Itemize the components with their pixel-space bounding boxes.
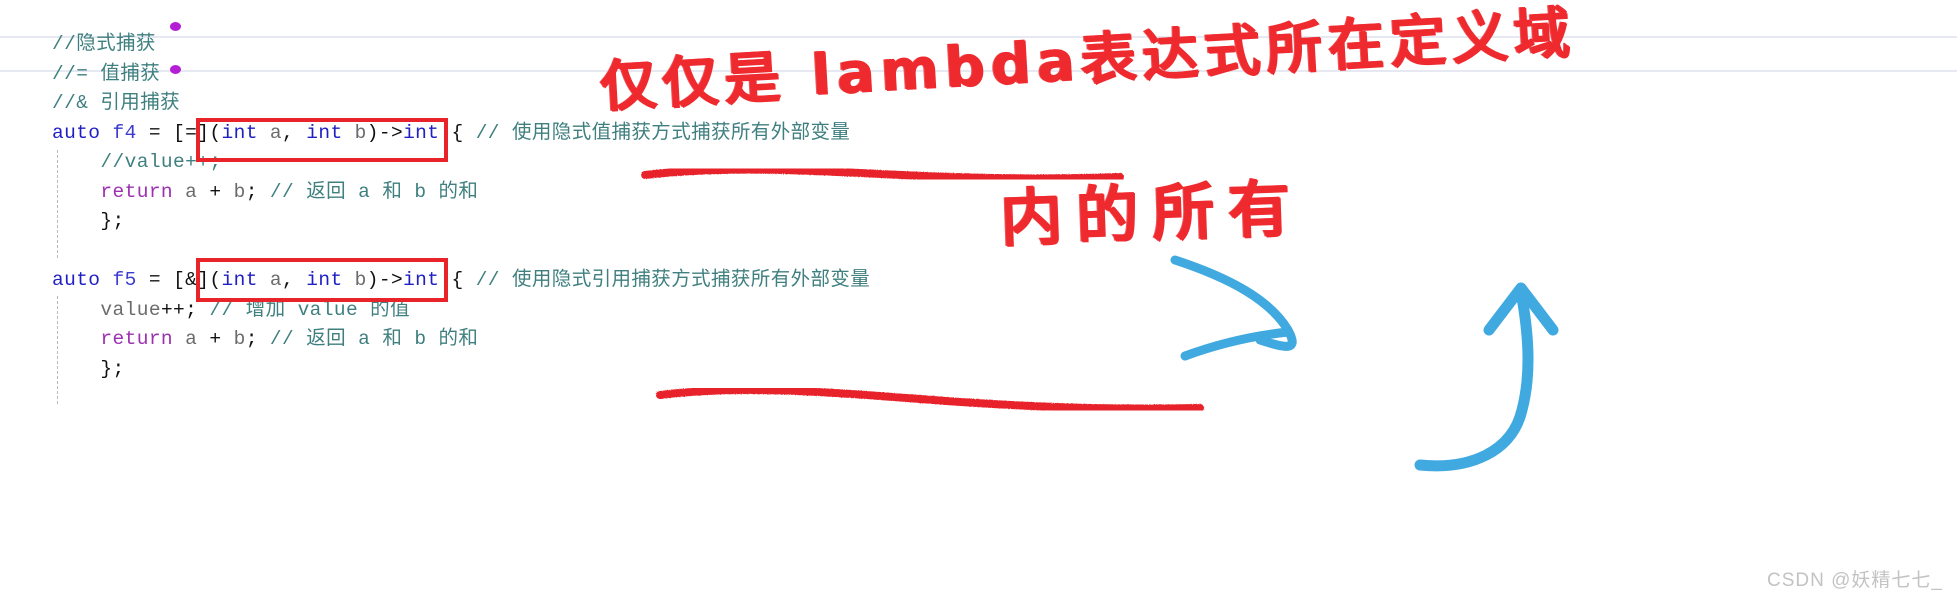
- code-line[interactable]: auto f4 = [=](int a, int b)->int { // 使用…: [52, 119, 870, 149]
- code-token: b: [221, 328, 246, 350]
- code-token: return: [100, 328, 174, 350]
- handwritten-note-line-2: 内的所有: [998, 171, 1306, 255]
- code-token: b: [221, 180, 246, 203]
- code-token: =: [136, 269, 174, 291]
- code-line[interactable]: return a + b; // 返回 a 和 b 的和: [52, 178, 870, 208]
- code-token: =: [136, 121, 174, 144]
- code-line[interactable]: return a + b; // 返回 a 和 b 的和: [52, 325, 870, 355]
- code-token: //= 值捕获: [52, 62, 161, 85]
- code-token: ;: [245, 328, 270, 350]
- code-line[interactable]: value++; // 增加 value 的值: [52, 296, 870, 326]
- code-token: return: [100, 180, 174, 203]
- code-token: +: [209, 180, 222, 203]
- code-token: // 返回 a 和 b 的和: [269, 180, 479, 203]
- code-token: //& 引用捕获: [52, 92, 181, 114]
- code-token: auto: [52, 269, 101, 291]
- code-token: // 使用隐式引用捕获方式捕获所有外部变量: [475, 269, 871, 291]
- code-line[interactable]: auto f5 = [&](int a, int b)->int { // 使用…: [52, 266, 870, 296]
- code-token: //隐式捕获: [52, 33, 156, 55]
- code-token: };: [100, 357, 125, 380]
- blue-curved-up-arrow: [1414, 286, 1534, 472]
- code-token: a: [173, 180, 210, 203]
- code-token: auto: [52, 121, 101, 144]
- code-token: value: [100, 298, 161, 321]
- blue-pointer-arrow: [1170, 255, 1297, 351]
- code-token: a: [173, 328, 210, 350]
- handwritten-note-line-1: 仅仅是 lambda表达式所在定义域: [598, 0, 1578, 120]
- red-highlight-box-value-capture: [196, 118, 448, 162]
- code-token: // 返回 a 和 b 的和: [269, 328, 479, 350]
- red-highlight-box-reference-capture: [196, 258, 448, 302]
- csdn-watermark: CSDN @妖精七七_: [1767, 570, 1943, 591]
- code-line[interactable]: [52, 237, 870, 267]
- code-token: f5: [112, 269, 137, 291]
- code-token: };: [100, 210, 125, 232]
- blue-pointer-arrow-tail: [1180, 327, 1293, 361]
- code-line[interactable]: //value++;: [52, 148, 870, 178]
- code-line[interactable]: };: [52, 207, 870, 237]
- code-line[interactable]: };: [52, 355, 870, 385]
- code-token: +: [209, 328, 222, 350]
- red-underline-2: [656, 386, 1204, 413]
- blue-curved-up-arrowhead: [1483, 282, 1559, 336]
- code-token: ;: [245, 180, 270, 203]
- editor-screenshot: //隐式捕获 //= 值捕获 //& 引用捕获 auto f4 = [=](int a…: [0, 0, 1957, 602]
- code-token: // 使用隐式值捕获方式捕获所有外部变量: [475, 121, 851, 144]
- code-token: f4: [112, 121, 137, 144]
